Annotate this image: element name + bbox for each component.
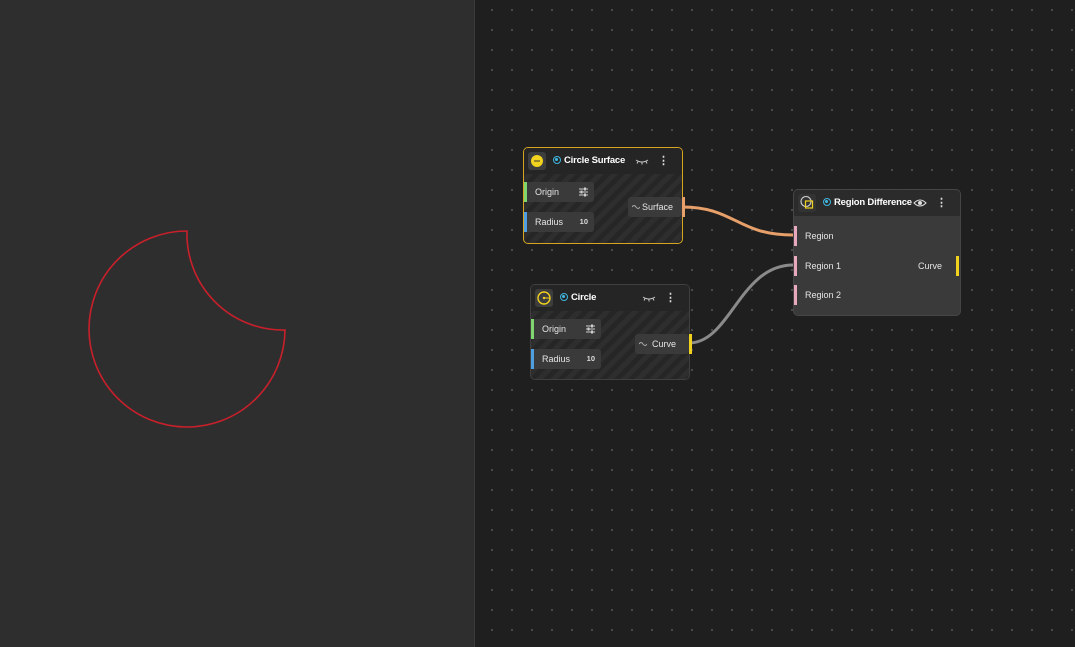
circle-curve-icon	[535, 289, 553, 307]
more-menu-icon[interactable]: ⋮	[665, 291, 676, 305]
origin-connector[interactable]	[524, 182, 527, 202]
eye-closed-icon[interactable]	[634, 154, 650, 168]
radius-input-port[interactable]: Radius 10	[531, 349, 601, 369]
region1-connector[interactable]	[794, 256, 797, 276]
circle-node[interactable]: Circle ⋮ Origin Radius 10 Curve	[530, 284, 692, 380]
wave-icon	[632, 205, 640, 209]
surface-output-port[interactable]: Surface	[628, 197, 685, 217]
node-title: Circle Surface	[553, 148, 625, 174]
region-difference-icon	[798, 194, 816, 212]
more-menu-icon[interactable]: ⋮	[658, 154, 669, 168]
info-badge-icon	[823, 198, 831, 206]
region-difference-node[interactable]: Region Difference ⋮ Region Region 1 Regi…	[793, 189, 961, 316]
sliders-icon[interactable]	[585, 323, 596, 335]
region1-input-port[interactable]: Region 1	[794, 256, 850, 276]
wave-icon	[639, 342, 647, 346]
origin-label: Origin	[535, 187, 560, 197]
viewport-canvas[interactable]	[0, 0, 474, 647]
origin-connector[interactable]	[531, 319, 534, 339]
curve-connector[interactable]	[689, 334, 692, 354]
surface-label: Surface	[642, 202, 674, 212]
region-label: Region	[805, 231, 834, 241]
node-header[interactable]: Region Difference ⋮	[794, 190, 960, 216]
eye-closed-icon[interactable]	[641, 291, 657, 305]
curve-output-port[interactable]: Curve	[908, 256, 959, 276]
circle-surface-node[interactable]: Circle Surface ⋮ Origin Radius 10 Surfac…	[523, 147, 685, 244]
radius-label: Radius	[535, 217, 564, 227]
more-menu-icon[interactable]: ⋮	[936, 196, 947, 210]
curve-label: Curve	[918, 261, 943, 271]
radius-value[interactable]: 10	[587, 349, 595, 369]
region1-label: Region 1	[805, 261, 842, 271]
node-graph-canvas[interactable]: Circle Surface ⋮ Origin Radius 10 Surfac…	[475, 0, 1075, 647]
info-badge-icon	[560, 293, 568, 301]
curve-output-port[interactable]: Curve	[635, 334, 692, 354]
region2-connector[interactable]	[794, 285, 797, 305]
region2-input-port[interactable]: Region 2	[794, 285, 850, 305]
node-header[interactable]: Circle ⋮	[531, 285, 689, 311]
curve-connector[interactable]	[956, 256, 959, 276]
viewport-panel[interactable]	[0, 0, 474, 647]
info-badge-icon	[553, 156, 561, 164]
sliders-icon[interactable]	[578, 186, 589, 198]
eye-open-icon[interactable]	[912, 196, 928, 210]
origin-input-port[interactable]: Origin	[531, 319, 601, 339]
circle-surface-icon	[528, 152, 546, 170]
region2-label: Region 2	[805, 290, 842, 300]
curve-to-region1-wire[interactable]	[688, 263, 794, 345]
origin-input-port[interactable]: Origin	[524, 182, 594, 202]
radius-label: Radius	[542, 354, 571, 364]
radius-input-port[interactable]: Radius 10	[524, 212, 594, 232]
surface-to-region-wire[interactable]	[681, 205, 794, 237]
curve-label: Curve	[652, 339, 677, 349]
radius-value[interactable]: 10	[580, 212, 588, 232]
node-title: Circle	[560, 285, 596, 311]
surface-connector[interactable]	[682, 197, 685, 217]
radius-connector[interactable]	[524, 212, 527, 232]
region-input-port[interactable]: Region	[794, 226, 848, 246]
region-difference-shape	[88, 230, 286, 428]
radius-connector[interactable]	[531, 349, 534, 369]
node-title: Region Difference	[823, 190, 912, 216]
node-header[interactable]: Circle Surface ⋮	[524, 148, 682, 174]
origin-label: Origin	[542, 324, 567, 334]
region-connector[interactable]	[794, 226, 797, 246]
